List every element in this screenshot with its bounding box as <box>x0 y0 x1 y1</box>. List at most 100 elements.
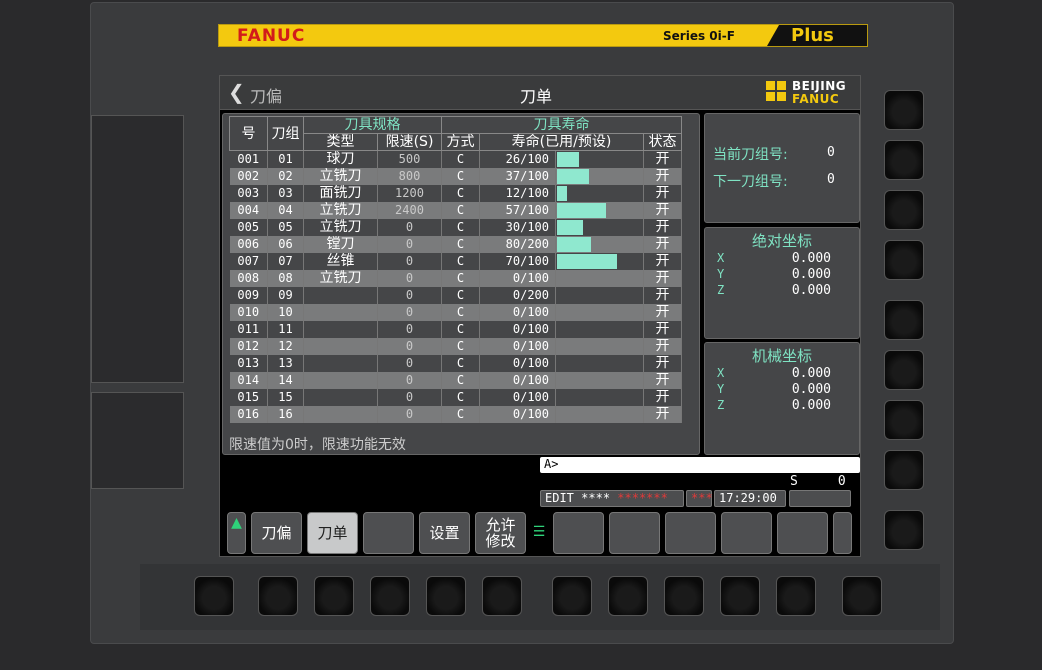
logo-line2: FANUC <box>792 92 840 106</box>
tool-state-cell: 开 <box>643 184 682 202</box>
hw-right-key-7[interactable] <box>884 400 924 440</box>
tool-no-cell: 009 <box>229 286 268 304</box>
softkey-blank-1[interactable] <box>363 512 414 554</box>
softkey-blank-2[interactable] <box>553 512 604 554</box>
series-label: Series 0i-F <box>663 29 735 43</box>
hw-right-key-2[interactable] <box>884 140 924 180</box>
table-row[interactable]: 010 10 0 C 0/100 开 <box>229 303 682 321</box>
speed-limit-cell: 0 <box>377 252 442 270</box>
table-row[interactable]: 003 03 面铣刀 1200 C 12/100 开 <box>229 184 682 202</box>
hw-bottom-key-6[interactable] <box>482 576 522 616</box>
tool-group-cell: 15 <box>267 388 304 406</box>
tool-type-cell <box>303 405 378 423</box>
tool-group-cell: 11 <box>267 320 304 338</box>
mode-cell: C <box>441 354 480 372</box>
table-row[interactable]: 015 15 0 C 0/100 开 <box>229 388 682 406</box>
table-row[interactable]: 007 07 丝锥 0 C 70/100 开 <box>229 252 682 270</box>
layer-switch-icon[interactable]: ☰ <box>531 512 547 554</box>
hw-bottom-key-4[interactable] <box>370 576 410 616</box>
table-row[interactable]: 014 14 0 C 0/100 开 <box>229 371 682 389</box>
life-bar-cell <box>555 218 644 236</box>
machine-coord-title: 机械坐标 <box>751 347 812 365</box>
beijing-fanuc-logo: BEIJING FANUC <box>766 79 856 106</box>
table-row[interactable]: 012 12 0 C 0/100 开 <box>229 337 682 355</box>
softkey-prev-button[interactable]: ▲ <box>227 512 246 554</box>
mode-cell: C <box>441 150 480 168</box>
mode-label: EDIT <box>545 491 574 505</box>
abs-value-y: 0.000 <box>791 267 831 282</box>
command-input[interactable]: A> <box>540 457 860 473</box>
tool-state-cell: 开 <box>643 252 682 270</box>
spindle-label: S <box>790 474 798 489</box>
table-row[interactable]: 009 09 0 C 0/200 开 <box>229 286 682 304</box>
life-bar-cell <box>555 371 644 389</box>
tool-list-panel: 号 刀组 刀具规格 刀具寿命 类型 限速(S) 方式 寿命(已用/预设) 状态 … <box>222 113 700 455</box>
life-cell: 0/100 <box>479 354 556 372</box>
hw-right-key-8[interactable] <box>884 450 924 490</box>
table-row[interactable]: 004 04 立铣刀 2400 C 57/100 开 <box>229 201 682 219</box>
speed-limit-cell: 0 <box>377 405 442 423</box>
life-bar-cell <box>555 354 644 372</box>
hw-bottom-key-1[interactable] <box>194 576 234 616</box>
back-chevron-icon[interactable]: ❮ <box>228 80 245 104</box>
softkey-blank-4[interactable] <box>665 512 716 554</box>
tool-group-cell: 04 <box>267 201 304 219</box>
speed-limit-cell: 800 <box>377 167 442 185</box>
table-row[interactable]: 005 05 立铣刀 0 C 30/100 开 <box>229 218 682 236</box>
hw-bottom-key-2[interactable] <box>258 576 298 616</box>
current-group-value: 0 <box>827 145 835 160</box>
tool-type-cell <box>303 337 378 355</box>
mode-cell: C <box>441 303 480 321</box>
table-row[interactable]: 011 11 0 C 0/100 开 <box>229 320 682 338</box>
tool-no-cell: 013 <box>229 354 268 372</box>
screen-header: ❮ 刀偏 刀单 BEIJING FANUC <box>220 76 860 110</box>
softkey-settings[interactable]: 设置 <box>419 512 470 554</box>
mode-cell: C <box>441 371 480 389</box>
hw-bottom-key-5[interactable] <box>426 576 466 616</box>
table-row[interactable]: 008 08 立铣刀 0 C 0/100 开 <box>229 269 682 287</box>
tool-type-cell <box>303 320 378 338</box>
table-row[interactable]: 002 02 立铣刀 800 C 37/100 开 <box>229 167 682 185</box>
life-bar-cell <box>555 303 644 321</box>
softkey-next-button[interactable] <box>833 512 852 554</box>
hw-right-key-3[interactable] <box>884 190 924 230</box>
mode-cell: C <box>441 405 480 423</box>
softkey-allow-edit[interactable]: 允许 修改 <box>475 512 526 554</box>
hw-right-key-5[interactable] <box>884 300 924 340</box>
next-group-value: 0 <box>827 172 835 187</box>
hw-bottom-key-12[interactable] <box>842 576 882 616</box>
mode-cell: C <box>441 388 480 406</box>
tool-table: 号 刀组 刀具规格 刀具寿命 类型 限速(S) 方式 寿命(已用/预设) 状态 … <box>229 116 682 423</box>
life-cell: 70/100 <box>479 252 556 270</box>
hw-right-key-6[interactable] <box>884 350 924 390</box>
tool-state-cell: 开 <box>643 388 682 406</box>
softkey-tool-list[interactable]: 刀单 <box>307 512 358 554</box>
softkey-offset[interactable]: 刀偏 <box>251 512 302 554</box>
table-row[interactable]: 006 06 镗刀 0 C 80/200 开 <box>229 235 682 253</box>
tool-type-cell: 面铣刀 <box>303 184 378 202</box>
hw-bottom-key-7[interactable] <box>552 576 592 616</box>
life-bar-cell <box>555 201 644 219</box>
table-row[interactable]: 013 13 0 C 0/100 开 <box>229 354 682 372</box>
fanuc-banner: FANUC Series 0i-F Plus <box>218 24 868 47</box>
table-row[interactable]: 001 01 球刀 500 C 26/100 开 <box>229 150 682 168</box>
hw-bottom-key-3[interactable] <box>314 576 354 616</box>
softkey-blank-6[interactable] <box>777 512 828 554</box>
spindle-value: 0 <box>837 474 846 489</box>
hw-bottom-key-9[interactable] <box>664 576 704 616</box>
table-row[interactable]: 016 16 0 C 0/100 开 <box>229 405 682 423</box>
softkey-blank-3[interactable] <box>609 512 660 554</box>
hw-bottom-key-8[interactable] <box>608 576 648 616</box>
hw-bottom-key-11[interactable] <box>776 576 816 616</box>
hw-right-key-1[interactable] <box>884 90 924 130</box>
clock: 17:29:00 <box>714 490 786 507</box>
tool-state-cell: 开 <box>643 286 682 304</box>
back-label[interactable]: 刀偏 <box>250 83 282 107</box>
tool-type-cell <box>303 371 378 389</box>
hw-right-key-4[interactable] <box>884 240 924 280</box>
page-title: 刀单 <box>520 87 553 106</box>
softkey-blank-5[interactable] <box>721 512 772 554</box>
hw-right-key-9[interactable] <box>884 510 924 550</box>
mode-cell: C <box>441 184 480 202</box>
hw-bottom-key-10[interactable] <box>720 576 760 616</box>
